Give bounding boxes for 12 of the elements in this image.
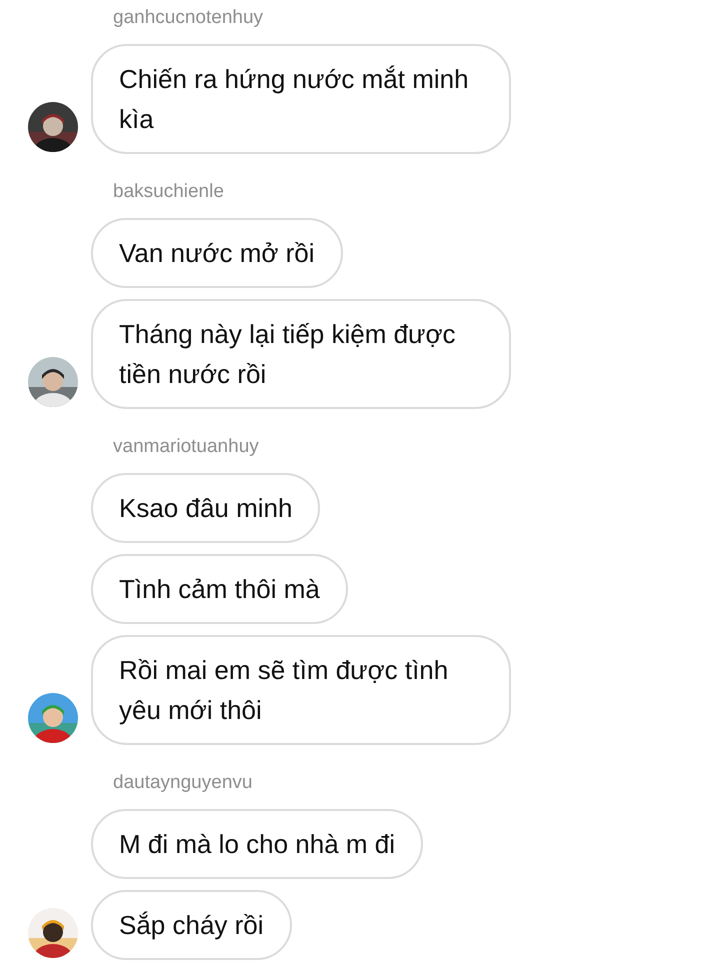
message-bubble: Sắp cháy rồi xyxy=(91,890,292,960)
sender-name: ganhcucnotenhuy xyxy=(113,6,264,30)
message-bubble: Van nước mở rồi xyxy=(91,218,343,288)
sender-name: baksuchienle xyxy=(113,180,225,204)
message-bubble: Rồi mai em sẽ tìm được tình yêu mới thôi xyxy=(91,635,511,745)
message-bubble: Tháng này lại tiếp kiệm được tiền nước rồi xyxy=(91,299,511,409)
sender-name: dautaynguyenvu xyxy=(113,771,254,795)
message-bubble: Tình cảm thôi mà xyxy=(91,554,348,624)
sender-name: vanmariotuanhuy xyxy=(113,435,260,459)
message-bubble: M đi mà lo cho nhà m đi xyxy=(91,809,424,879)
message-bubble: Ksao đâu minh xyxy=(91,473,320,543)
message-bubble: Chiến ra hứng nước mắt minh kìa xyxy=(91,44,511,154)
